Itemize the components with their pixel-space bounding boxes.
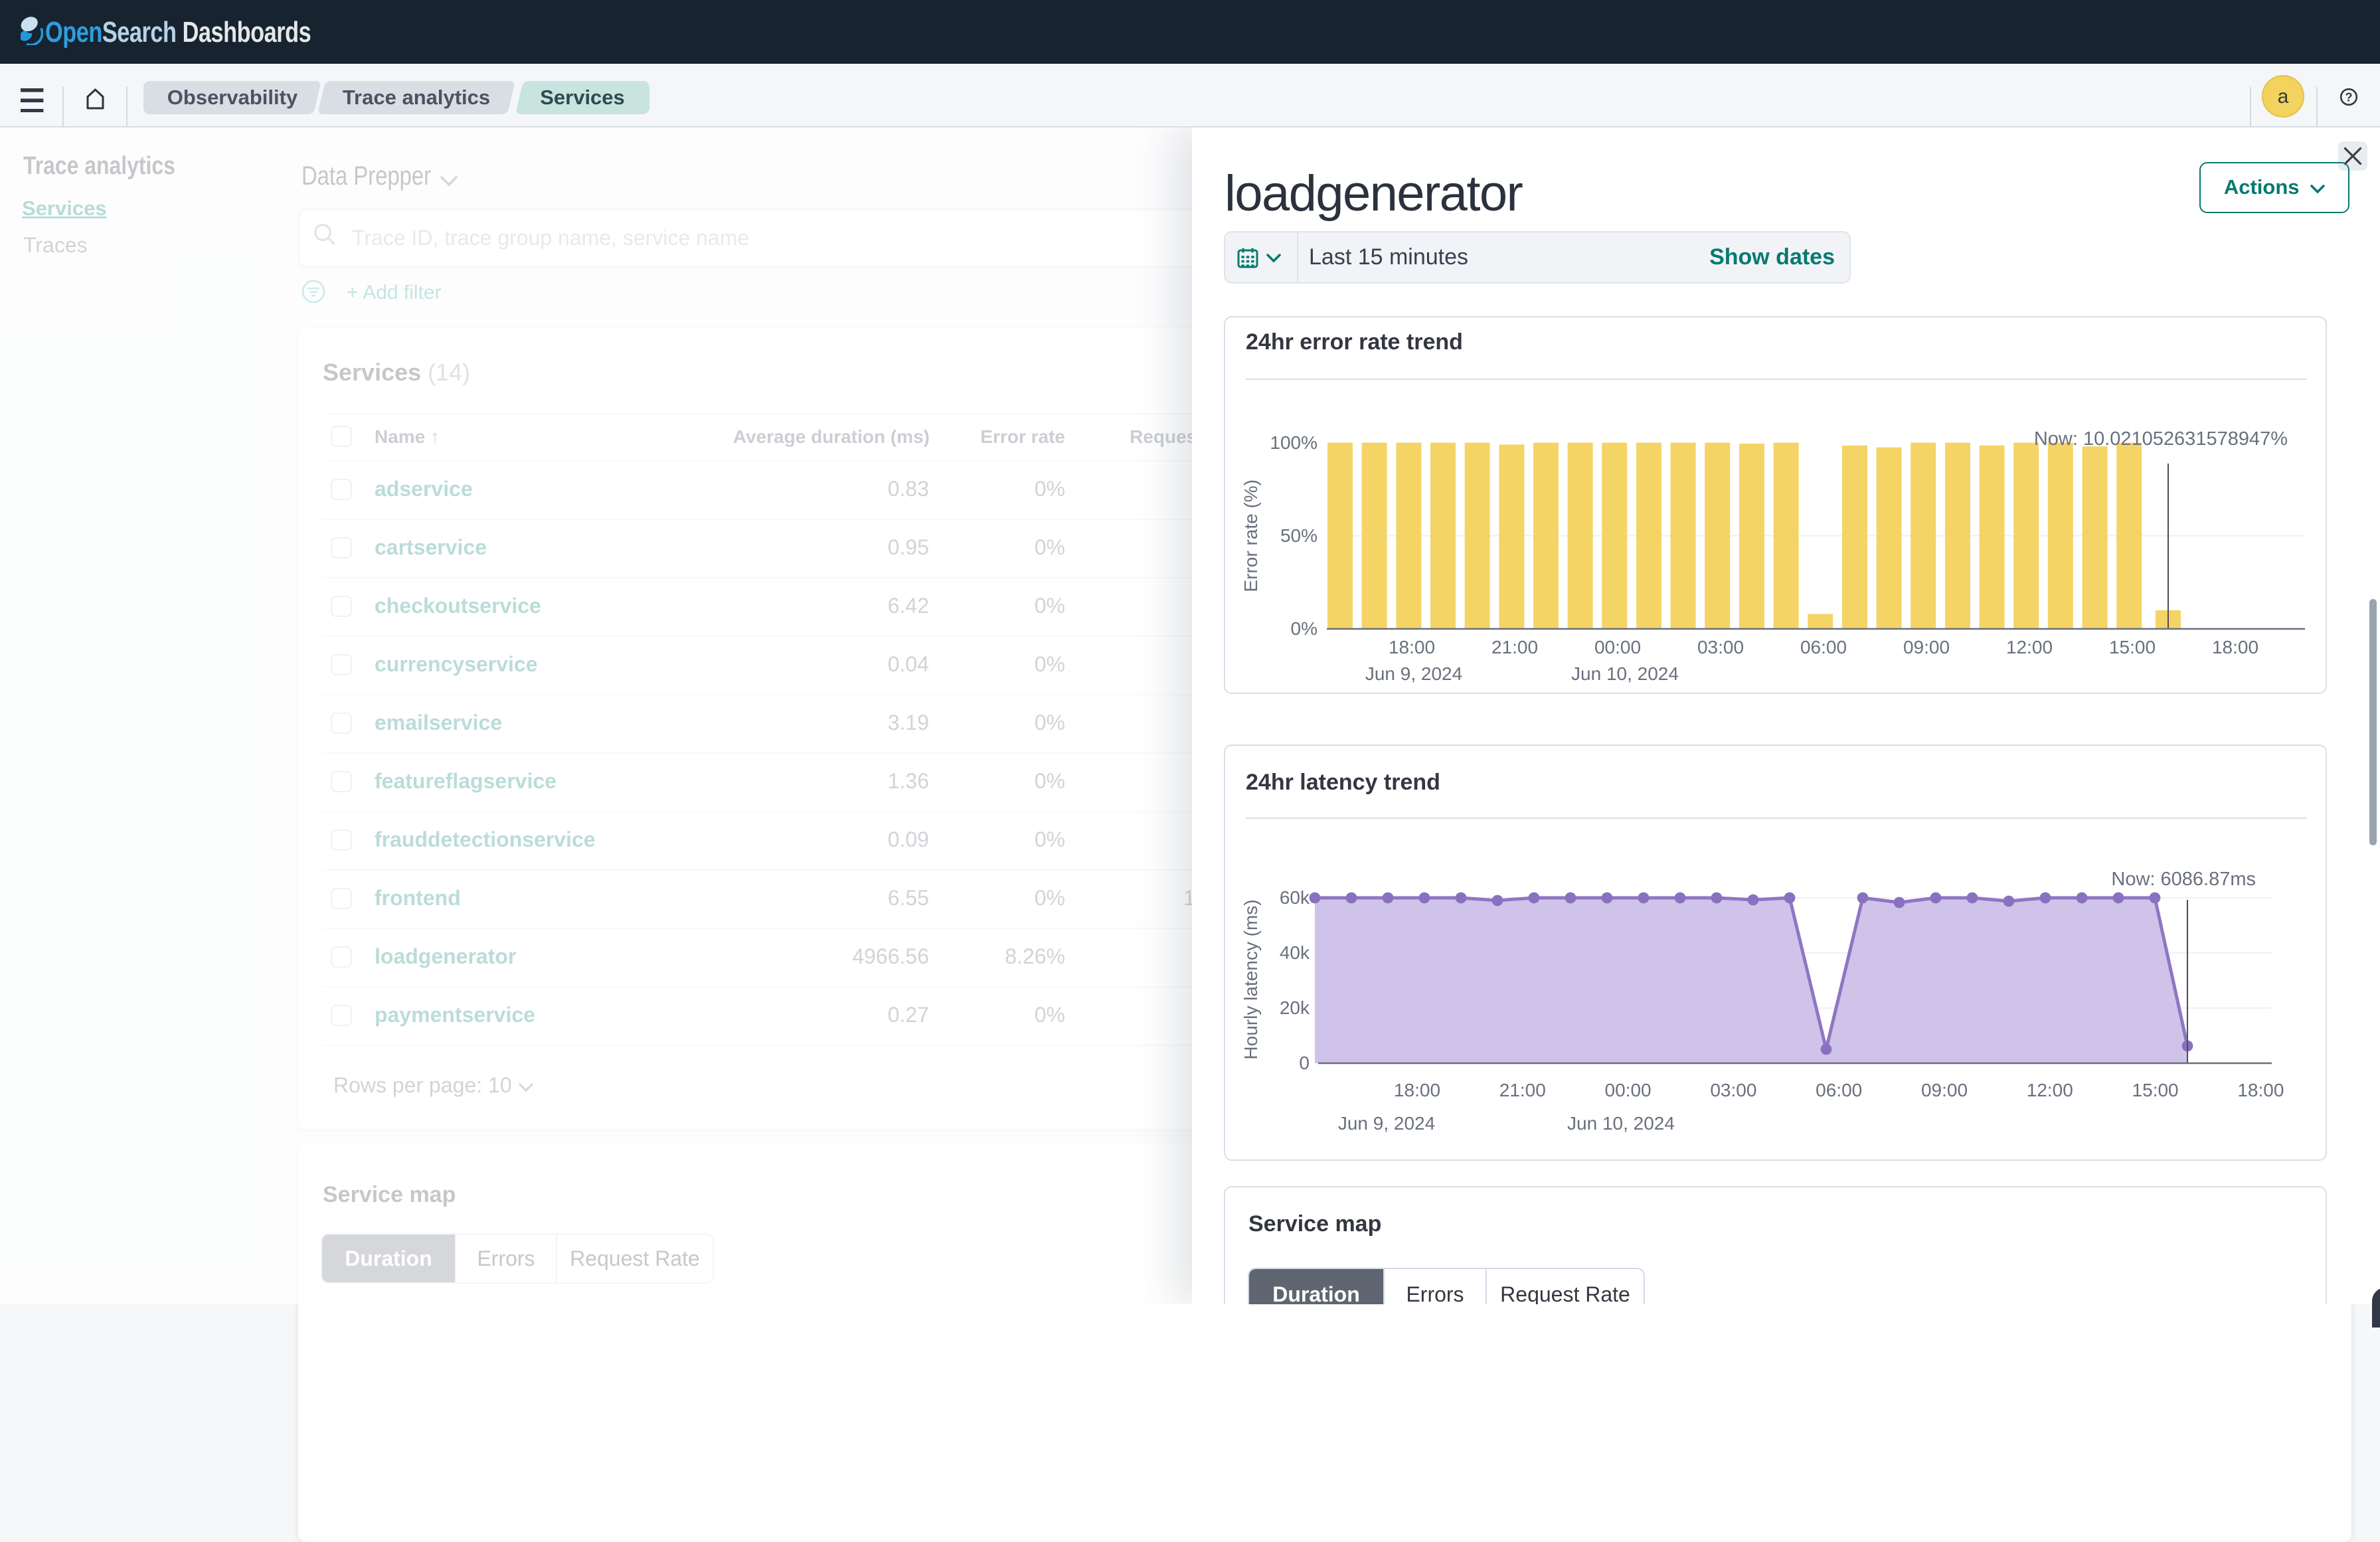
svg-text:00:00: 00:00 <box>1594 637 1641 657</box>
svg-text:50%: 50% <box>1280 525 1318 546</box>
svg-text:?: ? <box>2345 91 2353 104</box>
svg-text:15:00: 15:00 <box>2109 637 2156 657</box>
svg-text:Jun 10, 2024: Jun 10, 2024 <box>1571 663 1679 684</box>
svg-text:03:00: 03:00 <box>1697 637 1744 657</box>
svg-text:40k: 40k <box>1280 942 1310 963</box>
svg-text:21:00: 21:00 <box>1491 637 1538 657</box>
svg-text:0: 0 <box>1299 1053 1310 1073</box>
svg-text:09:00: 09:00 <box>1903 637 1950 657</box>
svg-text:60k: 60k <box>1280 887 1310 908</box>
svg-text:18:00: 18:00 <box>2212 637 2258 657</box>
svg-text:09:00: 09:00 <box>1921 1080 1968 1100</box>
svg-text:15:00: 15:00 <box>2132 1080 2179 1100</box>
svg-text:Jun 9, 2024: Jun 9, 2024 <box>1365 663 1462 684</box>
svg-text:0%: 0% <box>1291 618 1318 639</box>
svg-text:Error rate (%): Error rate (%) <box>1240 479 1261 592</box>
svg-text:18:00: 18:00 <box>1394 1080 1440 1100</box>
svg-text:Jun 9, 2024: Jun 9, 2024 <box>1338 1113 1435 1134</box>
svg-text:18:00: 18:00 <box>2237 1080 2284 1100</box>
svg-text:06:00: 06:00 <box>1800 637 1847 657</box>
svg-text:100%: 100% <box>1270 432 1318 453</box>
svg-text:20k: 20k <box>1280 997 1310 1018</box>
svg-text:Jun 10, 2024: Jun 10, 2024 <box>1567 1113 1675 1134</box>
svg-text:00:00: 00:00 <box>1605 1080 1652 1100</box>
svg-text:Now: 6086.87ms: Now: 6086.87ms <box>2111 869 2256 890</box>
svg-text:Hourly latency (ms): Hourly latency (ms) <box>1240 899 1261 1059</box>
svg-text:06:00: 06:00 <box>1816 1080 1862 1100</box>
svg-text:12:00: 12:00 <box>2006 637 2053 657</box>
svg-text:03:00: 03:00 <box>1710 1080 1756 1100</box>
svg-text:21:00: 21:00 <box>1499 1080 1546 1100</box>
svg-text:18:00: 18:00 <box>1389 637 1435 657</box>
svg-text:Now: 10.021052631578947%: Now: 10.021052631578947% <box>2034 428 2288 450</box>
svg-text:12:00: 12:00 <box>2027 1080 2073 1100</box>
